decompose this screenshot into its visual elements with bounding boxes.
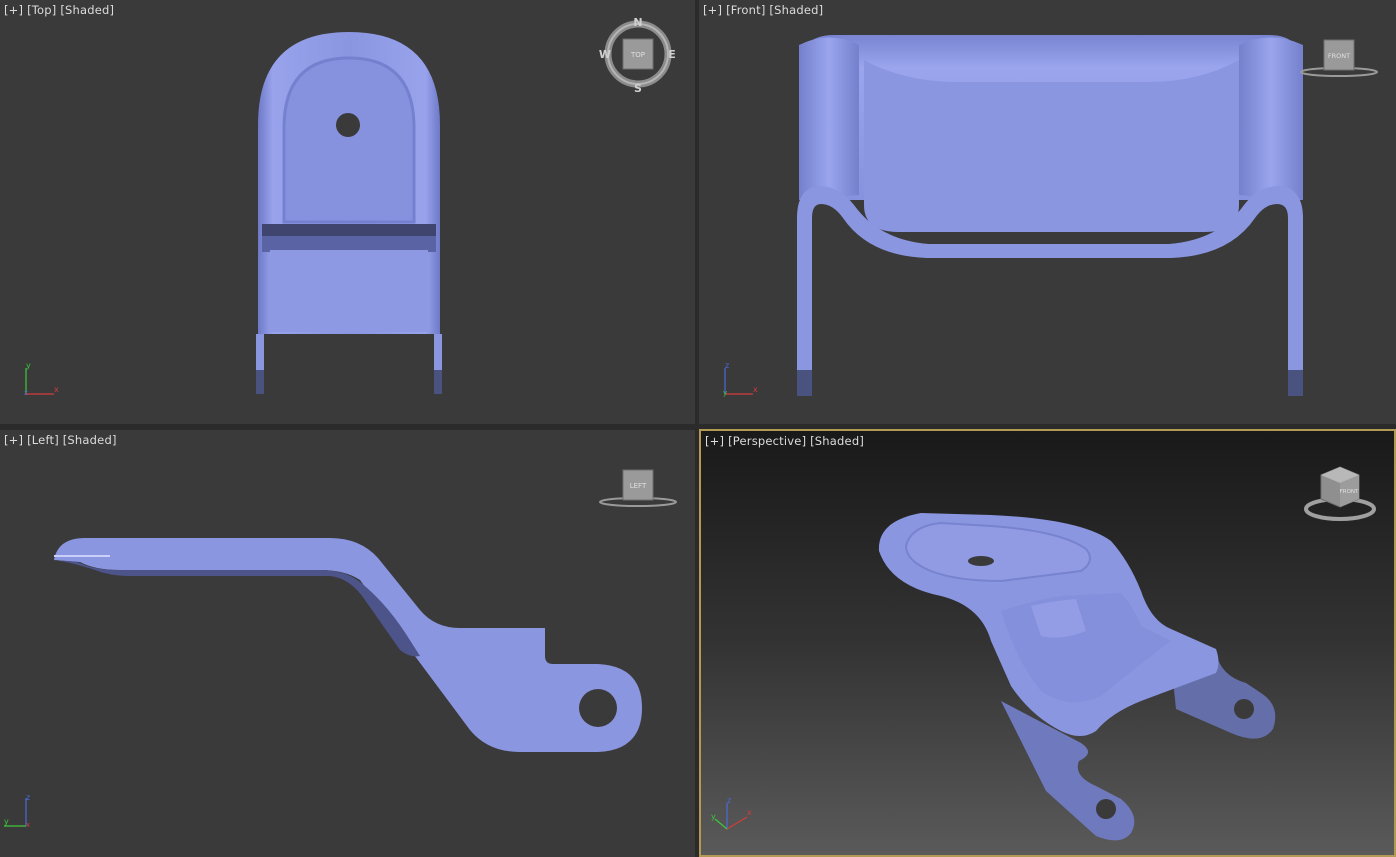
axis-tripod-perspective: z x y — [711, 796, 752, 830]
svg-text:x: x — [26, 821, 30, 829]
viewcube-compass[interactable]: TOP N S E W — [598, 16, 680, 96]
viewport-left[interactable]: [+] [Left] [Shaded] LEFT z y x — [0, 430, 695, 857]
svg-text:y: y — [26, 361, 31, 370]
viewcube-left[interactable]: LEFT — [598, 468, 680, 512]
svg-text:y: y — [711, 812, 716, 821]
viewcube-perspective[interactable]: FRONT — [1303, 461, 1383, 527]
bracket-model-left[interactable] — [0, 430, 695, 857]
svg-text:z: z — [725, 361, 729, 370]
mounting-hole — [968, 556, 994, 566]
axis-tripod-top: y x z — [24, 361, 59, 397]
mounting-hole — [579, 689, 617, 727]
viewport-top[interactable]: [+] [Top] [Shaded] TOP N S E W y x z — [0, 0, 695, 424]
viewcube-face-label: FRONT — [1340, 489, 1359, 495]
svg-text:x: x — [747, 808, 752, 817]
svg-text:y: y — [4, 817, 9, 826]
bracket-model-front[interactable] — [699, 0, 1396, 424]
compass-north: N — [633, 16, 642, 29]
svg-text:x: x — [753, 385, 758, 394]
compass-south: S — [634, 82, 642, 95]
viewcube-face-label: FRONT — [1328, 52, 1350, 60]
svg-text:x: x — [54, 385, 59, 394]
compass-west: W — [599, 48, 611, 61]
bracket-model-top[interactable] — [0, 0, 695, 424]
svg-text:y: y — [723, 389, 727, 397]
compass-east: E — [668, 48, 676, 61]
bracket-model-perspective[interactable] — [701, 431, 1394, 855]
mounting-hole — [336, 113, 360, 137]
viewcube-face-label: TOP — [630, 51, 645, 59]
axis-tripod-front: z x y — [723, 361, 758, 397]
svg-text:z: z — [727, 796, 731, 805]
svg-text:z: z — [24, 389, 28, 397]
viewport-perspective[interactable]: [+] [Perspective] [Shaded] FRONT z x y — [699, 429, 1396, 857]
viewcube-face-label: LEFT — [630, 482, 647, 490]
viewcube-front[interactable]: FRONT — [1297, 36, 1379, 80]
svg-text:z: z — [26, 793, 30, 802]
viewport-front[interactable]: [+] [Front] [Shaded] FRONT z x y — [699, 0, 1396, 424]
axis-tripod-left: z y x — [4, 793, 30, 829]
